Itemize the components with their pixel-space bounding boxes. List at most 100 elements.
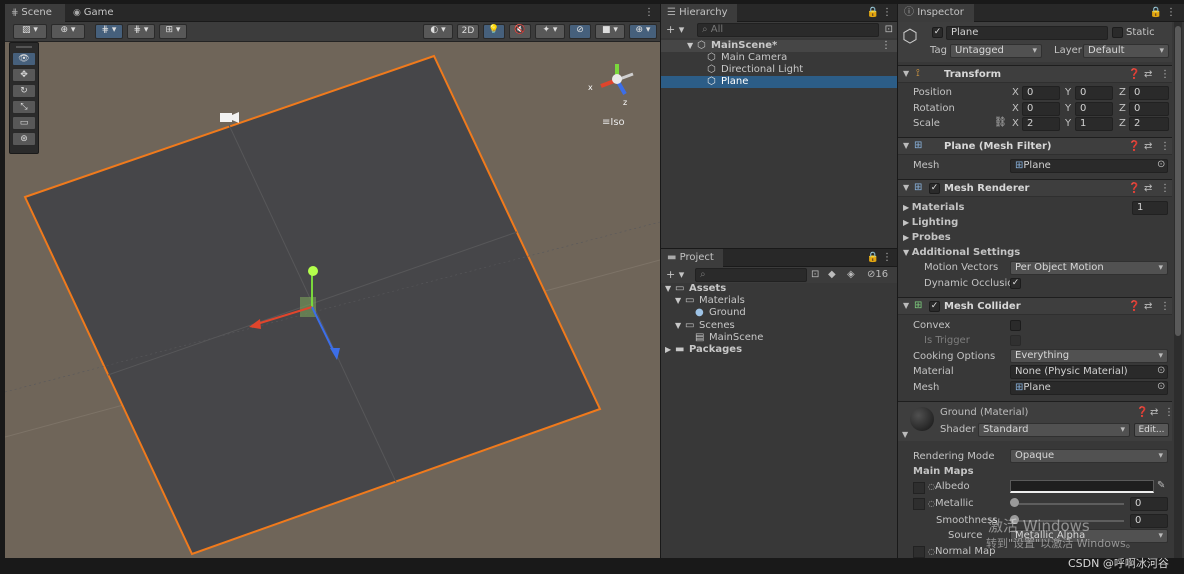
scale-y-field[interactable]: 1: [1075, 117, 1113, 131]
tree-scenes[interactable]: ▼ ▭ Scenes: [661, 320, 897, 332]
rotation-x-field[interactable]: 0: [1022, 102, 1060, 116]
albedo-texture-slot[interactable]: [913, 482, 925, 494]
grid-button[interactable]: ⋕ ▾: [127, 24, 155, 39]
light-icon[interactable]: [308, 266, 318, 276]
metallic-texture-slot[interactable]: [913, 498, 925, 510]
static-checkbox[interactable]: [1112, 27, 1123, 38]
expand-arrow-icon[interactable]: ▼: [675, 295, 681, 307]
component-more-icon[interactable]: ⋮: [1160, 183, 1170, 194]
expand-arrow-icon[interactable]: ▶: [665, 344, 671, 356]
tree-mainscene[interactable]: ▤ MainScene: [661, 332, 897, 344]
help-icon[interactable]: ❓: [1128, 301, 1140, 312]
mesh-filter-object-field[interactable]: ⊞Plane: [1010, 159, 1168, 173]
increment-snap-button[interactable]: ⊞ ▾: [159, 24, 187, 39]
help-icon[interactable]: ❓: [1128, 183, 1140, 194]
effects-button[interactable]: ✦ ▾: [535, 24, 565, 39]
more-icon[interactable]: ⋮: [644, 7, 654, 18]
scale-tool-button[interactable]: ⤡: [12, 100, 36, 114]
inspector-scrollbar[interactable]: [1174, 22, 1182, 558]
scene-row[interactable]: ▼ ⬡ MainScene* ⋮: [661, 40, 897, 52]
mesh-renderer-header[interactable]: ▼ ⊞ ✓ Mesh Renderer ❓ ⇄ ⋮: [898, 179, 1172, 197]
constrain-proportions-icon[interactable]: ⛓: [994, 117, 1007, 128]
hidden-packages-icon[interactable]: ⊘16: [867, 269, 888, 280]
view-tool-button[interactable]: 👁: [12, 52, 36, 66]
inspector-scrollbar-thumb[interactable]: [1175, 26, 1181, 336]
metallic-slider-thumb[interactable]: [1010, 498, 1019, 507]
shading-sphere-button[interactable]: ◐ ▾: [423, 24, 453, 39]
object-picker-icon[interactable]: ⊙: [1157, 365, 1165, 376]
lighting-foldout[interactable]: ▶ Lighting: [903, 217, 958, 228]
gizmos-button[interactable]: ⊕ ▾: [629, 24, 657, 39]
mesh-collider-header[interactable]: ▼ ⊞ ✓ Mesh Collider ❓ ⇄ ⋮: [898, 297, 1172, 315]
tab-scene[interactable]: ⋕ Scene: [5, 4, 65, 22]
global-button[interactable]: ⊕ ▾: [51, 24, 85, 39]
metallic-value-field[interactable]: 0: [1130, 497, 1168, 511]
transform-header[interactable]: ▼ ⟟ Transform ❓ ⇄ ⋮: [898, 65, 1172, 83]
create-button[interactable]: + ▾: [666, 268, 684, 281]
foldout-arrow-icon[interactable]: ▼: [903, 301, 909, 310]
hierarchy-item-directional-light[interactable]: ⬡ Directional Light: [661, 64, 897, 76]
hierarchy-item-main-camera[interactable]: ⬡ Main Camera: [661, 52, 897, 64]
shader-dropdown[interactable]: Standard: [978, 423, 1130, 437]
camera-icon[interactable]: [220, 112, 239, 123]
object-picker-icon[interactable]: ⊙: [1157, 381, 1165, 392]
2d-button[interactable]: 2D: [457, 24, 479, 39]
eyedropper-icon[interactable]: ✎: [1157, 480, 1165, 491]
foldout-arrow-icon[interactable]: ▼: [902, 430, 908, 439]
smoothness-value-field[interactable]: 0: [1130, 514, 1168, 528]
component-more-icon[interactable]: ⋮: [1160, 141, 1170, 152]
move-center-handle[interactable]: [300, 297, 316, 317]
help-icon[interactable]: ❓: [1136, 407, 1148, 418]
scale-x-field[interactable]: 2: [1022, 117, 1060, 131]
tab-inspector[interactable]: ⓘ Inspector: [898, 4, 974, 22]
component-more-icon[interactable]: ⋮: [1160, 301, 1170, 312]
lock-icon[interactable]: 🔒: [867, 7, 879, 18]
lighting-toggle-button[interactable]: 💡: [483, 24, 505, 39]
tag-icon[interactable]: ◈: [847, 269, 855, 280]
camera-button[interactable]: ■ ▾: [595, 24, 625, 39]
search-filter-icon[interactable]: ⊡: [885, 24, 893, 35]
tree-assets[interactable]: ▼ ▭ Assets: [661, 283, 897, 295]
presets-icon[interactable]: ⇄: [1144, 141, 1152, 152]
presets-icon[interactable]: ⇄: [1150, 407, 1158, 418]
object-picker-icon[interactable]: ⊙: [1157, 159, 1165, 170]
motion-vectors-dropdown[interactable]: Per Object Motion: [1010, 261, 1168, 275]
tree-materials[interactable]: ▼ ▭ Materials: [661, 295, 897, 307]
project-search-input[interactable]: ⌕: [695, 268, 807, 282]
hierarchy-search-input[interactable]: ⌕ All: [697, 23, 879, 37]
materials-count-field[interactable]: 1: [1132, 201, 1168, 215]
active-checkbox[interactable]: ✓: [932, 27, 943, 38]
expand-arrow-icon[interactable]: ▼: [665, 283, 671, 295]
mesh-renderer-enabled-checkbox[interactable]: ✓: [929, 183, 940, 194]
rotation-y-field[interactable]: 0: [1075, 102, 1113, 116]
rendering-mode-dropdown[interactable]: Opaque: [1010, 449, 1168, 463]
rotate-tool-button[interactable]: ↻: [12, 84, 36, 98]
more-icon[interactable]: ⋮: [1166, 7, 1176, 18]
convex-checkbox[interactable]: [1010, 320, 1021, 331]
tab-game[interactable]: ◉ Game: [67, 4, 127, 22]
tree-packages[interactable]: ▶ ▬ Packages: [661, 344, 897, 356]
orientation-gizmo[interactable]: x z: [588, 64, 634, 107]
component-more-icon[interactable]: ⋮: [1160, 69, 1170, 80]
help-icon[interactable]: ❓: [1128, 69, 1140, 80]
palette-grip[interactable]: [16, 46, 32, 48]
shader-edit-button[interactable]: Edit...: [1134, 423, 1169, 437]
iso-label[interactable]: ≡Iso: [602, 117, 625, 128]
position-x-field[interactable]: 0: [1022, 86, 1060, 100]
material-header[interactable]: ▼ Ground (Material) ❓ ⇄ ⋮ Shader Standar…: [898, 401, 1174, 441]
rect-tool-button[interactable]: ▭: [12, 116, 36, 130]
tree-ground[interactable]: ● Ground: [661, 307, 897, 319]
add-button[interactable]: + ▾: [666, 23, 684, 36]
presets-icon[interactable]: ⇄: [1144, 301, 1152, 312]
probes-foldout[interactable]: ▶ Probes: [903, 232, 951, 243]
is-trigger-checkbox[interactable]: [1010, 335, 1021, 346]
transform-tool-button[interactable]: ⊛: [12, 132, 36, 146]
layer-dropdown[interactable]: Default: [1083, 44, 1169, 58]
component-more-icon[interactable]: ⋮: [1164, 407, 1174, 418]
materials-foldout[interactable]: ▶ Materials: [903, 202, 964, 213]
foldout-arrow-icon[interactable]: ▼: [903, 141, 909, 150]
foldout-arrow-icon[interactable]: ▼: [903, 69, 909, 78]
search-by-label-icon[interactable]: ◆: [828, 269, 836, 280]
scale-z-field[interactable]: 2: [1129, 117, 1169, 131]
foldout-arrow-icon[interactable]: ▼: [903, 183, 909, 192]
